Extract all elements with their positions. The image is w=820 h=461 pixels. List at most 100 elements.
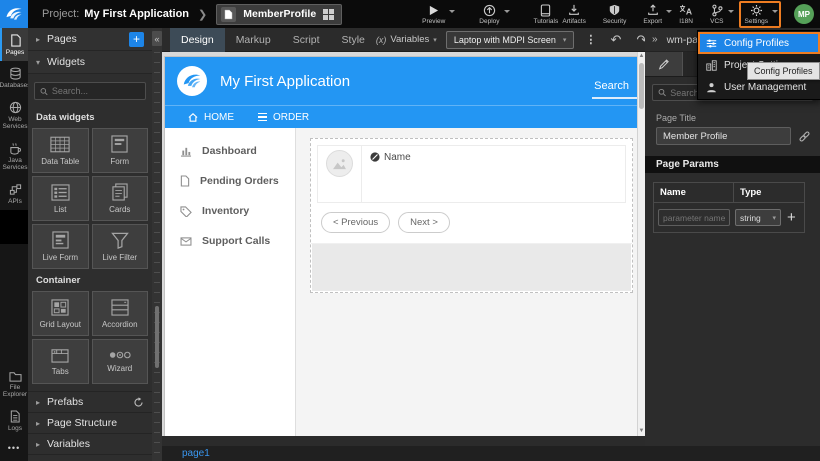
caret-down-icon[interactable] — [728, 10, 734, 16]
more-options-icon[interactable]: ••• — [0, 437, 28, 461]
deploy-icon — [483, 4, 496, 17]
vertical-scroll-thumb[interactable] — [639, 63, 644, 109]
widgets-section-header[interactable]: ▾ Widgets — [28, 51, 152, 74]
app-nav: HOME ORDER — [165, 105, 637, 128]
image-placeholder — [326, 150, 353, 177]
tutorials-button[interactable]: Tutorials — [532, 3, 561, 26]
artifacts-button[interactable]: Artifacts — [560, 3, 587, 26]
globe-icon — [9, 101, 22, 114]
previous-button[interactable]: < Previous — [321, 212, 390, 233]
member-card[interactable]: Name — [317, 145, 626, 203]
sidebar-item-java-services[interactable]: Java Services — [0, 136, 28, 177]
cards-icon — [112, 183, 128, 201]
wavemaker-logo[interactable] — [0, 0, 28, 28]
add-param-button[interactable]: + — [787, 210, 796, 225]
sidebar-item-logs[interactable]: Logs — [0, 404, 28, 437]
collapsed-sections: ▸ Prefabs ▸ Page Structure ▸ Variables — [28, 391, 152, 455]
settings-button[interactable]: Settings — [743, 3, 771, 26]
refresh-icon[interactable] — [133, 397, 144, 408]
page-title-input[interactable] — [656, 127, 791, 145]
sidebar-item-file-explorer[interactable]: File Explorer — [0, 364, 28, 404]
tab-script[interactable]: Script — [282, 28, 331, 52]
nav-item-home[interactable]: HOME — [188, 112, 234, 123]
caret-down-icon[interactable] — [449, 10, 455, 16]
more-actions-button[interactable]: ⋮ — [583, 33, 598, 46]
sidebar-item-web-services[interactable]: Web Services — [0, 95, 28, 136]
widget-tile-accordion[interactable]: Accordion — [92, 291, 149, 336]
app-logo — [177, 66, 207, 96]
canvas-vertical-scrollbar[interactable]: ▲ ▼ — [637, 52, 645, 436]
app-search-link[interactable]: Search — [592, 80, 637, 99]
device-selector[interactable]: Laptop with MDPI Screen ▾ — [446, 31, 575, 49]
widget-search-input[interactable] — [52, 86, 140, 96]
live-form-icon — [52, 231, 69, 249]
menu-icon — [258, 113, 267, 122]
pagination: < Previous Next > — [311, 203, 632, 244]
export-button[interactable]: Export — [641, 3, 664, 26]
nav-item-order[interactable]: ORDER — [258, 112, 309, 123]
ruler-scrollbar-thumb[interactable] — [155, 306, 159, 368]
menu-item-pending-orders[interactable]: Pending Orders — [165, 166, 295, 196]
grid-icon[interactable] — [323, 9, 334, 20]
page-tab-page1[interactable]: page1 — [182, 448, 210, 459]
widget-tile-live-form[interactable]: Live Form — [32, 224, 89, 269]
caret-down-icon[interactable] — [666, 10, 672, 16]
section-prefabs[interactable]: ▸ Prefabs — [28, 392, 152, 413]
widget-tile-data-table[interactable]: Data Table — [32, 128, 89, 173]
shield-icon — [609, 4, 620, 17]
canvas-page[interactable]: My First Application Search HOME ORDER D… — [165, 57, 637, 436]
menu-item-config-profiles[interactable]: Config Profiles — [698, 32, 820, 54]
undo-button[interactable]: ↶ — [607, 33, 624, 46]
param-type-select[interactable]: string ▾ — [735, 209, 781, 226]
next-button[interactable]: Next > — [398, 212, 450, 233]
param-name-input[interactable] — [658, 209, 730, 226]
widget-tile-cards[interactable]: Cards — [92, 176, 149, 221]
scroll-down-icon[interactable]: ▼ — [638, 427, 645, 436]
page-title-label: Page Title — [645, 105, 820, 127]
menu-item-support-calls[interactable]: Support Calls — [165, 226, 295, 256]
widget-tile-form[interactable]: Form — [92, 128, 149, 173]
section-page-structure[interactable]: ▸ Page Structure — [28, 413, 152, 434]
page-params-header[interactable]: Page Params — [645, 156, 820, 173]
add-page-button[interactable]: + — [129, 32, 144, 47]
menu-item-dashboard[interactable]: Dashboard — [165, 136, 295, 166]
vcs-button[interactable]: VCS — [708, 3, 725, 26]
sidebar-item-apis[interactable]: APIs — [0, 177, 28, 210]
scroll-up-icon[interactable]: ▲ — [638, 52, 645, 61]
variables-button[interactable]: (x) Variables ▾ — [376, 34, 437, 45]
sidebar-item-databases[interactable]: Databases — [0, 61, 28, 94]
caret-down-icon[interactable] — [504, 10, 510, 16]
section-variables[interactable]: ▸ Variables — [28, 434, 152, 455]
pages-section-header[interactable]: ▸ Pages + — [28, 28, 152, 51]
list-widget-container[interactable]: Name < Previous Next > — [310, 138, 633, 293]
chevron-right-icon: ❯ — [198, 8, 207, 21]
file-icon — [180, 175, 190, 187]
deploy-button[interactable]: Deploy — [477, 3, 501, 26]
name-label: Name — [384, 152, 411, 163]
widget-tile-list[interactable]: List — [32, 176, 89, 221]
preview-button[interactable]: Preview — [420, 3, 447, 26]
tab-style[interactable]: Style — [331, 28, 376, 52]
widget-tile-grid-layout[interactable]: Grid Layout — [32, 291, 89, 336]
widget-tile-wizard[interactable]: Wizard — [92, 339, 149, 384]
sidebar-item-pages[interactable]: Pages — [0, 28, 28, 61]
security-button[interactable]: Security — [601, 3, 628, 26]
widget-tile-live-filter[interactable]: Live Filter — [92, 224, 149, 269]
expand-panel-button[interactable]: » — [652, 34, 658, 45]
user-avatar[interactable]: MP — [794, 4, 814, 24]
tab-design[interactable]: Design — [170, 28, 225, 52]
search-icon — [658, 88, 666, 97]
widget-tile-tabs[interactable]: Tabs — [32, 339, 89, 384]
variables-icon: (x) — [376, 35, 387, 45]
live-filter-icon — [111, 232, 129, 249]
edit-tab[interactable] — [645, 52, 683, 76]
file-tab-memberprofile[interactable]: MemberProfile — [216, 4, 342, 25]
tab-markup[interactable]: Markup — [225, 28, 282, 52]
collapse-panel-button[interactable]: « — [152, 31, 162, 46]
caret-down-icon[interactable] — [772, 10, 778, 16]
bind-property-button[interactable] — [798, 130, 811, 143]
menu-item-inventory[interactable]: Inventory — [165, 196, 295, 226]
app-header: My First Application Search — [165, 57, 637, 105]
i18n-button[interactable]: A I18N — [677, 3, 695, 26]
play-icon — [428, 4, 439, 17]
